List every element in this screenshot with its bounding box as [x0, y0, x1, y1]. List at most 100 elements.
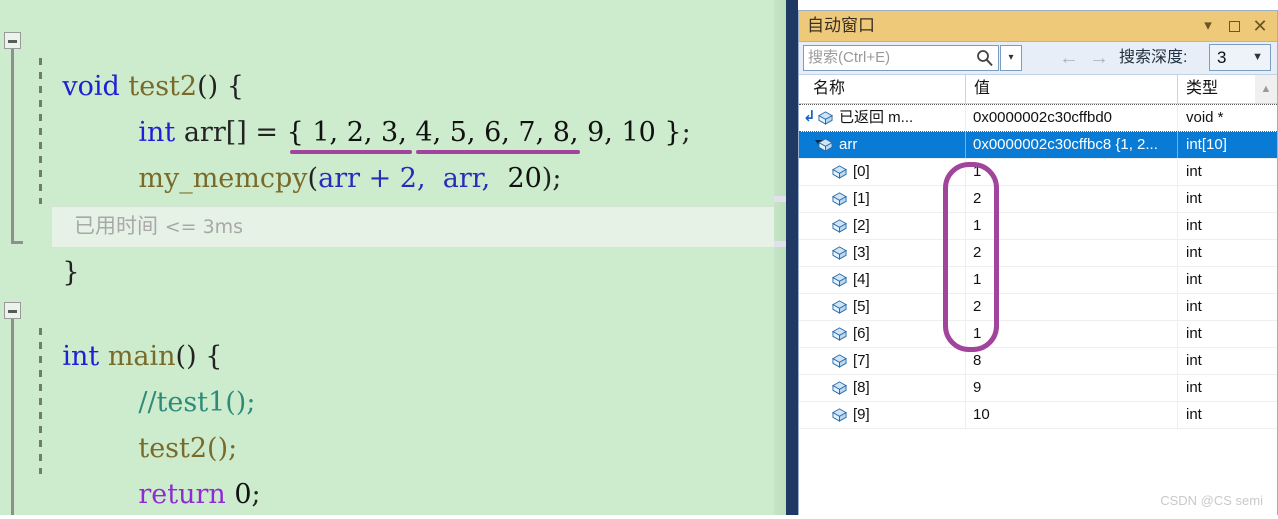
- cell-value[interactable]: 0x0000002c30cffbc8 {1, 2...: [965, 132, 1177, 158]
- variable-name: [9]: [853, 406, 870, 423]
- cell-value[interactable]: 1: [965, 267, 1177, 293]
- variable-name: [2]: [853, 217, 870, 234]
- cell-name: 已返回 m...: [799, 105, 965, 131]
- cell-type: int: [1177, 294, 1255, 320]
- table-row[interactable]: [8] 9 int: [799, 375, 1277, 402]
- outline-guide-main: [11, 319, 14, 515]
- cell-name: [7]: [799, 348, 965, 374]
- scrollbar-change-mark-1: [774, 196, 786, 202]
- underline-arg1: [290, 150, 412, 154]
- search-depth-value: 3: [1217, 48, 1227, 67]
- column-header-name[interactable]: 名称: [805, 75, 965, 103]
- table-row[interactable]: [6] 1 int: [799, 321, 1277, 348]
- grid-header: 名称 值 类型 ▲: [799, 75, 1277, 104]
- code-line-2: int arr[] = { 1, 2, 3, 4, 5, 6, 7, 8, 9,…: [104, 64, 786, 148]
- cell-type: int: [1177, 240, 1255, 266]
- cell-value[interactable]: 1: [965, 159, 1177, 185]
- watermark: CSDN @CS semi: [1160, 493, 1263, 508]
- cell-type: int: [1177, 213, 1255, 239]
- cell-value[interactable]: 8: [965, 348, 1177, 374]
- variable-name: [6]: [853, 325, 870, 342]
- code-line-1: void test2() {: [28, 18, 786, 102]
- variable-name: arr: [839, 136, 858, 153]
- scroll-up-icon[interactable]: ▲: [1255, 75, 1277, 103]
- cell-type: int: [1177, 267, 1255, 293]
- column-header-type[interactable]: 类型: [1177, 75, 1255, 103]
- code-line-6: //test1();: [104, 334, 786, 418]
- outline-guide-corner-test2: [11, 241, 23, 244]
- table-row[interactable]: [2] 1 int: [799, 213, 1277, 240]
- chevron-down-icon[interactable]: ▾: [1197, 11, 1219, 41]
- table-row[interactable]: [7] 8 int: [799, 348, 1277, 375]
- autos-title-bar[interactable]: 自动窗口 ▾ ✕: [799, 11, 1277, 42]
- table-row[interactable]: arr 0x0000002c30cffbc8 {1, 2... int[10]: [799, 132, 1277, 159]
- variable-name: [4]: [853, 271, 870, 288]
- cell-value[interactable]: 2: [965, 294, 1177, 320]
- cell-name: [4]: [799, 267, 965, 293]
- maximize-square-glyph: [1228, 20, 1240, 32]
- table-row[interactable]: [3] 2 int: [799, 240, 1277, 267]
- outline-guide-test2: [11, 49, 14, 243]
- table-row[interactable]: [1] 2 int: [799, 186, 1277, 213]
- cell-name: [6]: [799, 321, 965, 347]
- cell-value[interactable]: 9: [965, 375, 1177, 401]
- code-editor[interactable]: void test2() { int arr[] = { 1, 2, 3, 4,…: [0, 0, 786, 515]
- nav-back-icon[interactable]: ←: [1057, 45, 1081, 71]
- table-row[interactable]: [9] 10 int: [799, 402, 1277, 429]
- indent-guide-test2: [39, 58, 42, 204]
- token-arg3: 20: [507, 163, 542, 194]
- cell-type: int: [1177, 321, 1255, 347]
- search-icon: [977, 50, 993, 67]
- cell-name: arr: [799, 132, 965, 158]
- nav-forward-icon[interactable]: →: [1087, 45, 1111, 71]
- token-my-memcpy: my_memcpy: [138, 163, 308, 194]
- elapsed-time-value: <= 3ms: [164, 216, 244, 238]
- table-row[interactable]: [5] 2 int: [799, 294, 1277, 321]
- code-line-5: int main() {: [28, 288, 786, 372]
- underline-arg2: [416, 150, 580, 154]
- code-line-8: return 0;: [104, 426, 786, 510]
- collapse-box-main[interactable]: [4, 302, 21, 319]
- cell-value[interactable]: 1: [965, 213, 1177, 239]
- autos-tool-window: 自动窗口 ▾ ✕ 搜索(Ctrl+E) ▾ ← → 搜索深度: 3 ▼ 名称 值…: [798, 10, 1278, 519]
- cell-value[interactable]: 10: [965, 402, 1177, 428]
- table-row[interactable]: [0] 1 int: [799, 159, 1277, 186]
- search-depth-select[interactable]: 3 ▼: [1209, 44, 1271, 71]
- variable-name: [5]: [853, 298, 870, 315]
- variable-name: 已返回 m...: [839, 109, 914, 126]
- cell-type: void *: [1177, 105, 1255, 131]
- token-gap1: [426, 163, 443, 194]
- search-input[interactable]: 搜索(Ctrl+E): [803, 45, 999, 71]
- cell-name: [1]: [799, 186, 965, 212]
- token-paren-open: (: [307, 163, 319, 194]
- maximize-icon[interactable]: [1223, 11, 1245, 41]
- cell-value[interactable]: 1: [965, 321, 1177, 347]
- cell-type: int: [1177, 375, 1255, 401]
- editor-scrollbar[interactable]: [774, 0, 786, 515]
- cell-type: int: [1177, 348, 1255, 374]
- variable-name: [7]: [853, 352, 870, 369]
- token-arg2: arr,: [442, 163, 491, 194]
- close-icon[interactable]: ✕: [1249, 11, 1271, 41]
- chevron-down-icon-depth: ▼: [1252, 51, 1263, 63]
- cell-name: [2]: [799, 213, 965, 239]
- table-row[interactable]: ↲ 已返回 m... 0x0000002c30cffbd0 void *: [799, 104, 1277, 132]
- cell-name: [3]: [799, 240, 965, 266]
- panel-splitter[interactable]: [786, 0, 798, 515]
- token-gap2: [490, 163, 507, 194]
- cell-name: [8]: [799, 375, 965, 401]
- scrollbar-change-mark-2: [774, 241, 786, 247]
- cell-value[interactable]: 2: [965, 186, 1177, 212]
- variable-name: [8]: [853, 379, 870, 396]
- cell-value[interactable]: 2: [965, 240, 1177, 266]
- column-header-value[interactable]: 值: [965, 75, 1177, 103]
- search-options-dropdown[interactable]: ▾: [1000, 45, 1022, 71]
- collapse-box-test2[interactable]: [4, 32, 21, 49]
- cell-type: int: [1177, 159, 1255, 185]
- autos-window-title: 自动窗口: [807, 16, 875, 35]
- table-row[interactable]: [4] 1 int: [799, 267, 1277, 294]
- cell-name: [0]: [799, 159, 965, 185]
- variable-name: [0]: [853, 163, 870, 180]
- cell-value[interactable]: 0x0000002c30cffbd0: [965, 105, 1177, 131]
- cell-name: [9]: [799, 402, 965, 428]
